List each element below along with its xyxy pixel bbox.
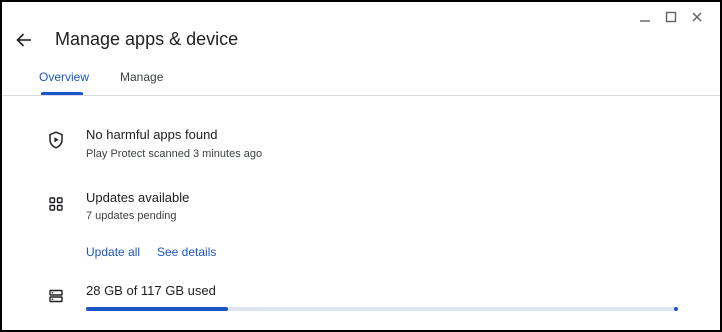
storage-progress-bar — [86, 307, 678, 311]
app-window: Manage apps & device Overview Manage No … — [0, 0, 722, 332]
tab-manage[interactable]: Manage — [120, 70, 163, 84]
tab-overview[interactable]: Overview — [39, 70, 89, 84]
updates-subtitle: 7 updates pending — [86, 210, 177, 222]
storage-progress-end-dot — [674, 307, 678, 311]
close-icon[interactable] — [684, 9, 710, 25]
page-title: Manage apps & device — [55, 29, 239, 49]
update-all-button[interactable]: Update all — [86, 245, 140, 259]
shield-play-icon — [46, 130, 66, 150]
maximize-icon[interactable] — [658, 9, 684, 25]
apps-grid-icon — [46, 194, 66, 214]
tab-selected-indicator — [41, 92, 83, 95]
storage-icon — [46, 286, 66, 306]
protect-status-subtitle: Play Protect scanned 3 minutes ago — [86, 148, 263, 160]
arrow-back-icon[interactable] — [14, 28, 34, 52]
protect-status-title: No harmful apps found — [86, 127, 218, 142]
tab-bar: Overview Manage — [2, 66, 720, 96]
storage-progress-fill — [86, 307, 228, 311]
minimize-icon[interactable] — [632, 9, 658, 25]
see-details-button[interactable]: See details — [157, 245, 216, 259]
updates-title: Updates available — [86, 190, 190, 205]
storage-usage-label: 28 GB of 117 GB used — [86, 283, 216, 298]
window-controls — [632, 9, 710, 25]
